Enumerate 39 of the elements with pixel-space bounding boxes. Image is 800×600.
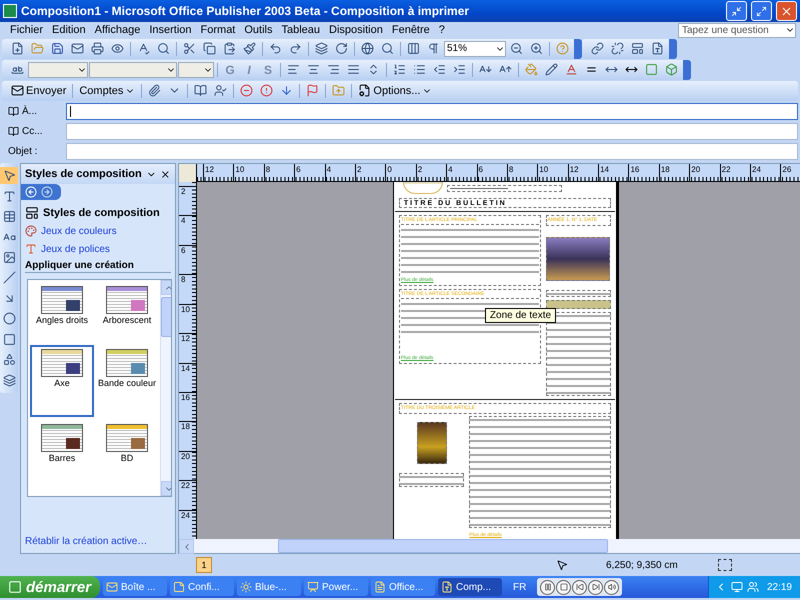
- design-thumbnail[interactable]: Axe: [30, 345, 94, 417]
- menu-item[interactable]: ?: [438, 24, 445, 36]
- taskbar-button[interactable]: Comp...: [438, 578, 502, 596]
- cursor-position: 6,250; 9,350 cm: [606, 560, 678, 570]
- section-heading: Appliquer une création: [25, 260, 171, 273]
- horizontal-ruler: 12 10 8 6 4 2 0 2 4 6 8 10 12 14 16 18 20 22 24 26: [197, 164, 800, 182]
- menu-item[interactable]: Disposition: [329, 24, 383, 36]
- taskbar-button[interactable]: Office...: [371, 578, 435, 596]
- clock: 22:19: [766, 582, 792, 592]
- zoom-field[interactable]: 51%: [444, 40, 506, 56]
- menu-item[interactable]: Insertion: [149, 24, 192, 36]
- taskbar-button[interactable]: Blue-...: [237, 578, 301, 596]
- help-search-field[interactable]: Tapez une question: [678, 22, 796, 38]
- field-label: À...: [0, 106, 66, 116]
- menu-item[interactable]: Edition: [52, 24, 86, 36]
- menu-item[interactable]: Tableau: [282, 24, 320, 36]
- page-tab[interactable]: 1: [196, 557, 212, 573]
- taskbar-button[interactable]: Boîte ...: [103, 578, 167, 596]
- taskbar-button[interactable]: Power...: [304, 578, 368, 596]
- menu-item[interactable]: Fenêtre: [392, 24, 430, 36]
- pane-link[interactable]: Jeux de couleurs: [21, 222, 175, 240]
- pane-link[interactable]: Jeux de polices: [21, 240, 175, 258]
- menu-item[interactable]: Fichier: [10, 24, 44, 36]
- taskbar-button[interactable]: Confi...: [170, 578, 234, 596]
- options-button[interactable]: Options...: [355, 82, 436, 100]
- menu-item[interactable]: Format: [200, 24, 236, 36]
- menu-item[interactable]: Affichage: [94, 24, 140, 36]
- vertical-ruler: 2 4 6 8 10 12 14 16 18 20 22 24: [179, 182, 197, 539]
- reset-design-link[interactable]: Rétablir la création active…: [21, 530, 175, 553]
- tooltip: Zone de texte: [484, 308, 556, 323]
- window-title: Composition1 - Microsoft Office Publisher 2003 Beta - Composition à imprimer: [21, 4, 470, 18]
- accounts-button[interactable]: Comptes: [76, 82, 138, 100]
- field-label: Objet :: [7, 146, 38, 156]
- menu-item[interactable]: Outils: [244, 24, 272, 36]
- pane-heading: Styles de composition: [43, 207, 160, 219]
- field-label: Cc...: [0, 126, 66, 136]
- task-pane-title: Styles de composition: [25, 168, 142, 180]
- send-button[interactable]: Envoyer: [8, 82, 70, 100]
- language-indicator[interactable]: FR: [513, 582, 526, 592]
